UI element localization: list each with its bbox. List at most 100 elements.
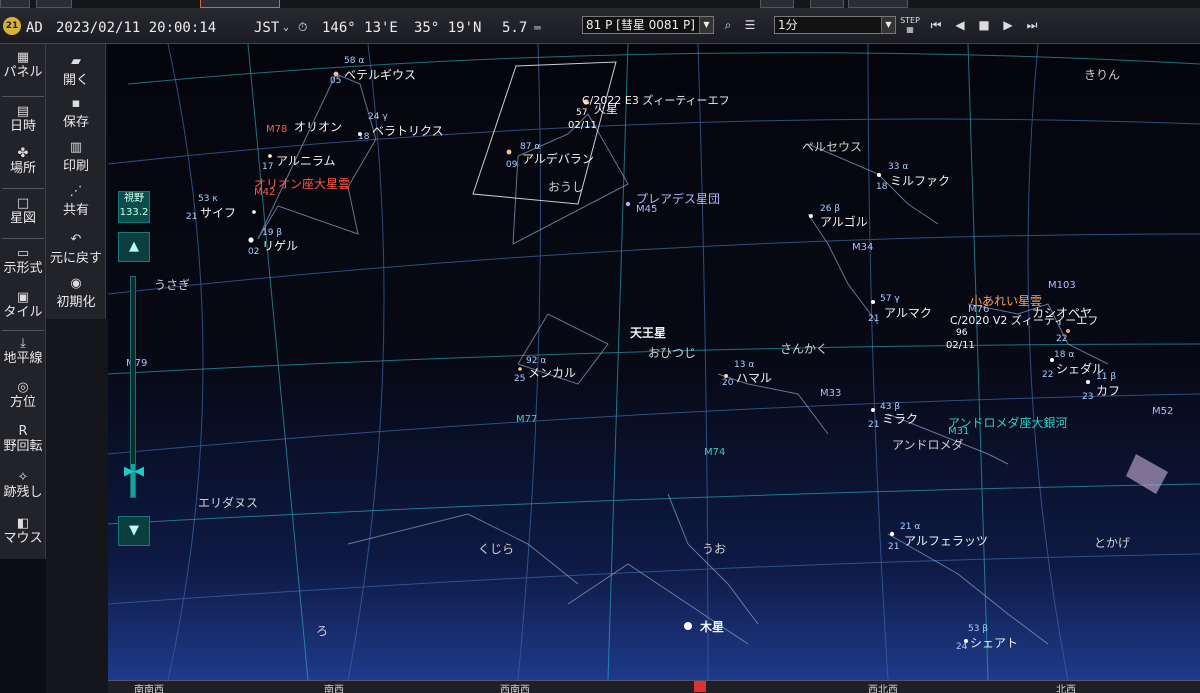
toolbar-item-fov-rotate[interactable]: R 野回転 (0, 424, 46, 455)
constellation-label-cassiopeia[interactable]: カシオペヤ (1032, 304, 1092, 321)
toolbar-item-direction[interactable]: ◎ 方位 (0, 380, 46, 411)
star-number: 18 (358, 132, 370, 142)
star-label-almach[interactable]: アルマク (884, 304, 932, 321)
messier-label[interactable]: M34 (852, 242, 873, 253)
toolbar-separator (2, 188, 44, 189)
toolbar-item-label: 開く (62, 73, 89, 88)
timezone-label[interactable]: JST (254, 20, 279, 36)
clock-icon[interactable]: ⏱ (298, 20, 307, 35)
list-icon[interactable]: ☰ (740, 16, 760, 34)
star-label-mirfak[interactable]: ミルファク (890, 172, 950, 189)
star-label-menkar[interactable]: メンカル (528, 364, 576, 381)
app-logo-icon[interactable]: 21 (3, 17, 21, 35)
play-icon[interactable]: ▶ (998, 16, 1018, 34)
constellation-label-eridanus[interactable]: エリダヌス (198, 494, 258, 511)
constellation-label-lacerta[interactable]: とかげ (1094, 534, 1130, 551)
planet-label-mars[interactable]: 火星 (594, 100, 618, 117)
top-tab[interactable] (200, 0, 280, 8)
step-icon[interactable]: STEP ▦ (900, 16, 920, 34)
toolbar-item-undo[interactable]: ↶ 元に戻す (46, 232, 106, 266)
constellation-label-orion[interactable]: オリオン (294, 118, 342, 135)
constellation-label-aries[interactable]: おひつじ (648, 344, 696, 361)
share-icon: ⋰ (69, 184, 83, 199)
star-label-saiph[interactable]: サイフ (200, 204, 236, 221)
star-label-scheat[interactable]: シェアト (970, 634, 1018, 651)
toolbar-item-reset[interactable]: ◉ 初期化 (46, 276, 106, 310)
messier-label[interactable]: M33 (820, 388, 841, 399)
toolbar-item-datetime[interactable]: ▤ 日時 (0, 104, 46, 135)
messier-label[interactable]: M74 (704, 447, 725, 458)
step-back-icon[interactable]: ◀ (950, 16, 970, 34)
star-label-hamal[interactable]: ハマル (736, 369, 772, 386)
toolbar-item-location[interactable]: ✤ 場所 (0, 146, 46, 177)
star-label-bellatrix[interactable]: ベラトリクス (372, 122, 444, 139)
chevron-down-icon[interactable]: ⌄ (283, 22, 289, 33)
top-tab[interactable] (810, 0, 844, 8)
star-label-caph[interactable]: カフ (1096, 382, 1120, 399)
constellation-label-perseus[interactable]: ペルセウス (802, 138, 862, 155)
direction-label: 北西 (1056, 685, 1076, 693)
west-marker-icon[interactable] (694, 681, 706, 692)
constellation-label-cetus[interactable]: くじら (478, 540, 514, 557)
datetime-display[interactable]: 2023/02/11 20:00:14 (56, 20, 216, 36)
constellation-label-fornax[interactable]: ろ (316, 622, 328, 639)
toolbar-item-save[interactable]: ▪ 保存 (46, 96, 106, 130)
sky-view[interactable]: 58 α ベテルギウス 05 オリオン M78 24 γ ベラトリクス 18 ア… (108, 44, 1200, 680)
chevron-down-icon[interactable]: ▼ (881, 17, 895, 33)
star-label-rigel[interactable]: リゲル (262, 237, 298, 254)
constellation-label-camelopardalis[interactable]: きりん (1084, 66, 1120, 83)
keyboard-icon[interactable]: ⌨ (534, 22, 541, 35)
star-label-mirach[interactable]: ミラク (882, 410, 918, 427)
stop-icon[interactable]: ■ (974, 16, 994, 34)
toolbar-item-starchart[interactable]: □ 星図 (0, 196, 46, 227)
top-tab[interactable] (36, 0, 72, 8)
messier-label[interactable]: M103 (1048, 280, 1076, 291)
toolbar-item-open[interactable]: ▰ 開く (46, 54, 106, 88)
magnitude-display[interactable]: 5.7 (502, 20, 527, 36)
toolbar-item-display-format[interactable]: ▭ 示形式 (0, 246, 46, 277)
star-label-algol[interactable]: アルゴル (820, 213, 868, 230)
messier-label[interactable]: M52 (1152, 406, 1173, 417)
print-icon: ▥ (69, 140, 83, 155)
messier-label[interactable]: M42 (254, 187, 275, 198)
target-select[interactable]: 81 P [彗星 0081 P] ▼ (582, 16, 714, 34)
sky-grid (108, 44, 1200, 680)
constellation-label-lepus[interactable]: うさぎ (154, 276, 190, 293)
toolbar-item-panel[interactable]: ▦ パネル (0, 50, 46, 81)
skip-back-icon[interactable]: ⏮ (926, 16, 946, 34)
constellation-label-taurus[interactable]: おうし (548, 178, 584, 195)
latitude-display[interactable]: 35° 19'N (414, 20, 481, 36)
toolbar-item-style[interactable]: ▣ タイル (0, 290, 46, 321)
messier-label[interactable]: M77 (516, 414, 537, 425)
toolbar-item-horizon[interactable]: ⤓ 地平線 (0, 336, 46, 367)
toolbar-item-share[interactable]: ⋰ 共有 (46, 184, 106, 218)
zoom-in-button[interactable]: ▲ (118, 232, 150, 262)
messier-label[interactable]: M45 (636, 204, 657, 215)
planet-label-jupiter[interactable]: 木星 (700, 618, 724, 635)
star-label-alnilam[interactable]: アルニラム (276, 152, 336, 169)
star-label-alpheratz[interactable]: アルフェラッツ (904, 532, 988, 549)
constellation-label-triangulum[interactable]: さんかく (780, 340, 828, 357)
constellation-label-pisces[interactable]: うお (702, 540, 726, 557)
zoom-slider-thumb[interactable]: ▶◀ (118, 465, 150, 479)
star-label-aldebaran[interactable]: アルデバラン (522, 150, 594, 167)
star-label-betelgeuse[interactable]: ベテルギウス (344, 66, 416, 83)
top-tab[interactable] (0, 0, 30, 8)
star-number: 18 α (1054, 350, 1075, 360)
planet-label-uranus[interactable]: 天王星 (630, 324, 666, 341)
constellation-label-andromeda[interactable]: アンドロメダ (892, 436, 964, 453)
toolbar-item-mouse[interactable]: ◧ マウス (0, 516, 46, 547)
toolbar-item-trail[interactable]: ✧ 跡残し (0, 470, 46, 501)
search-icon[interactable]: ⌕ (718, 16, 738, 34)
undo-icon: ↶ (70, 232, 82, 247)
toolbar-item-print[interactable]: ▥ 印刷 (46, 140, 106, 174)
top-tab[interactable] (760, 0, 794, 8)
skip-forward-icon[interactable]: ⏭ (1022, 16, 1042, 34)
chevron-down-icon[interactable]: ▼ (699, 17, 713, 33)
step-select[interactable]: 1分 ▼ (774, 16, 896, 34)
fov-value: 133.2 (119, 207, 149, 218)
longitude-display[interactable]: 146° 13'E (322, 20, 398, 36)
messier-label[interactable]: M78 (266, 124, 287, 135)
zoom-out-button[interactable]: ▼ (118, 516, 150, 546)
top-tab[interactable] (848, 0, 908, 8)
